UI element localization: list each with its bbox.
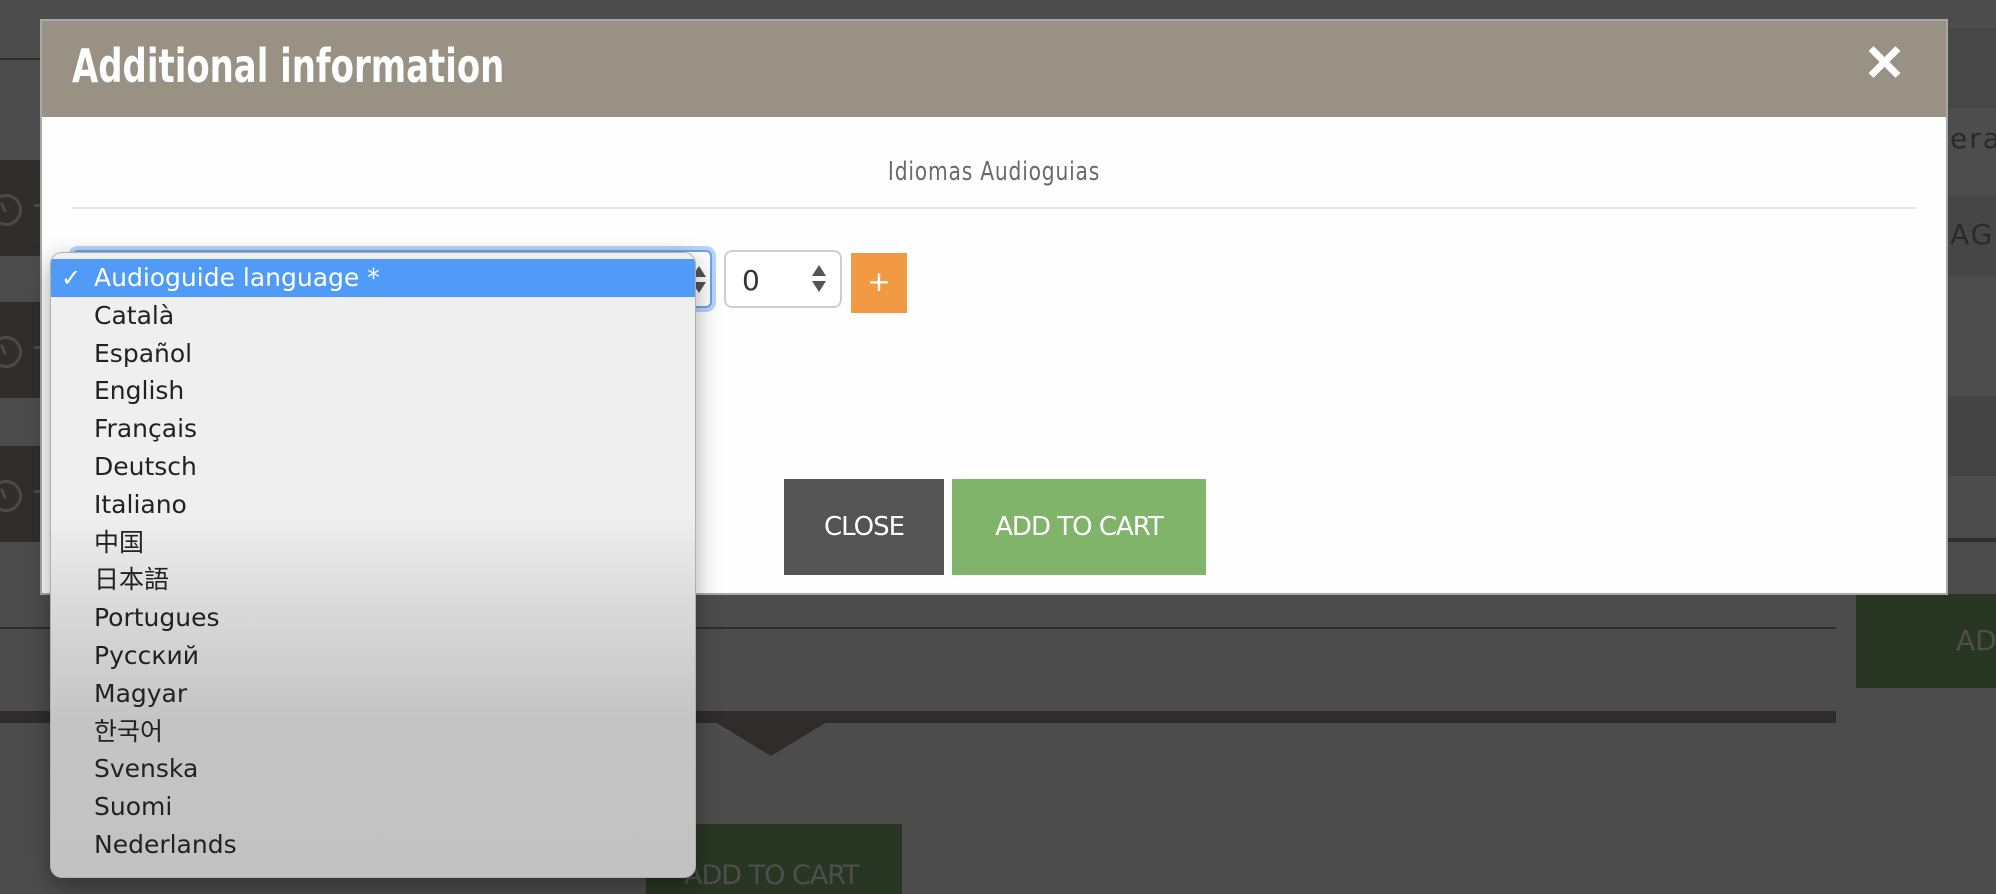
background-panel <box>1948 276 1996 396</box>
background-panel <box>1948 28 1996 108</box>
dropdown-option[interactable]: Español <box>51 335 695 373</box>
dropdown-option[interactable]: Català <box>51 297 695 335</box>
section-divider <box>72 207 1916 209</box>
dropdown-option-label: Svenska <box>94 754 199 784</box>
stepper-arrows-icon[interactable] <box>812 265 826 295</box>
add-language-button[interactable]: + <box>851 253 907 313</box>
modal-header: Additional information <box>42 21 1946 117</box>
background-divider <box>1948 538 1996 542</box>
background-text: era <box>1950 122 1996 155</box>
background-pointer <box>715 722 827 756</box>
dropdown-option-label: Audioguide language * <box>94 263 380 292</box>
close-icon[interactable] <box>1866 45 1902 81</box>
dropdown-option[interactable]: 한국어 <box>51 713 695 751</box>
dropdown-option[interactable]: Русский <box>51 637 695 675</box>
dropdown-option[interactable]: Français <box>51 410 695 448</box>
dropdown-option-label: Suomi <box>94 792 173 822</box>
dropdown-option-label: Español <box>94 338 193 368</box>
clock-icon <box>0 336 22 368</box>
background-text: AGI <box>1950 218 1996 251</box>
dropdown-option-label: Nederlands <box>94 830 237 859</box>
dropdown-option-label: Magyar <box>94 678 188 708</box>
dropdown-option[interactable]: Suomi <box>51 788 695 826</box>
dropdown-option-label: 中国 <box>94 527 145 557</box>
dropdown-option[interactable]: ✓ Audioguide language * <box>51 259 695 297</box>
section-title: Idiomas Audioguias <box>887 157 1101 187</box>
dropdown-option-label: Русский <box>94 641 199 670</box>
background-time-row <box>0 302 44 398</box>
language-dropdown-menu: ✓ Audioguide language * Català Español Engli… <box>50 252 696 878</box>
background-time-row <box>0 160 44 256</box>
clock-icon <box>0 194 22 226</box>
dropdown-option-label: Portugues <box>94 603 220 633</box>
background-divider <box>0 58 44 60</box>
dropdown-option-label: 한국어 <box>94 716 164 746</box>
dropdown-option[interactable]: 日本語 <box>51 561 695 599</box>
modal-title: Additional information <box>72 39 505 93</box>
dropdown-option[interactable]: 中国 <box>51 524 695 562</box>
quantity-value: 0 <box>742 264 760 297</box>
dropdown-option[interactable]: Nederlands <box>51 826 695 864</box>
dropdown-option-label: Français <box>94 414 198 444</box>
background-time-row <box>0 446 44 542</box>
dropdown-option[interactable]: Magyar <box>51 675 695 713</box>
quantity-stepper[interactable]: 0 <box>724 250 842 308</box>
dropdown-option[interactable]: Portugues <box>51 599 695 637</box>
dropdown-option-label: Italiano <box>94 489 187 519</box>
add-to-cart-button[interactable]: ADD TO CART <box>952 479 1206 575</box>
background-add-to-cart-button: AD <box>1856 594 1996 688</box>
background-add-to-cart-label: AD <box>1956 624 1996 657</box>
dropdown-option-label: 日本語 <box>94 565 170 595</box>
background-panel <box>1948 396 1996 476</box>
dropdown-option-label: Deutsch <box>94 452 197 481</box>
background-add-to-cart-label: ADD TO CART <box>684 860 860 891</box>
clock-icon <box>0 480 22 512</box>
dropdown-option-label: English <box>94 376 185 406</box>
dropdown-option[interactable]: Deutsch <box>51 448 695 486</box>
dropdown-option[interactable]: Italiano <box>51 486 695 524</box>
dropdown-option[interactable]: English <box>51 372 695 410</box>
dropdown-option-label: Català <box>94 300 175 330</box>
checkmark-icon: ✓ <box>61 264 82 292</box>
close-button[interactable]: CLOSE <box>784 479 944 575</box>
dropdown-option[interactable]: Svenska <box>51 750 695 788</box>
